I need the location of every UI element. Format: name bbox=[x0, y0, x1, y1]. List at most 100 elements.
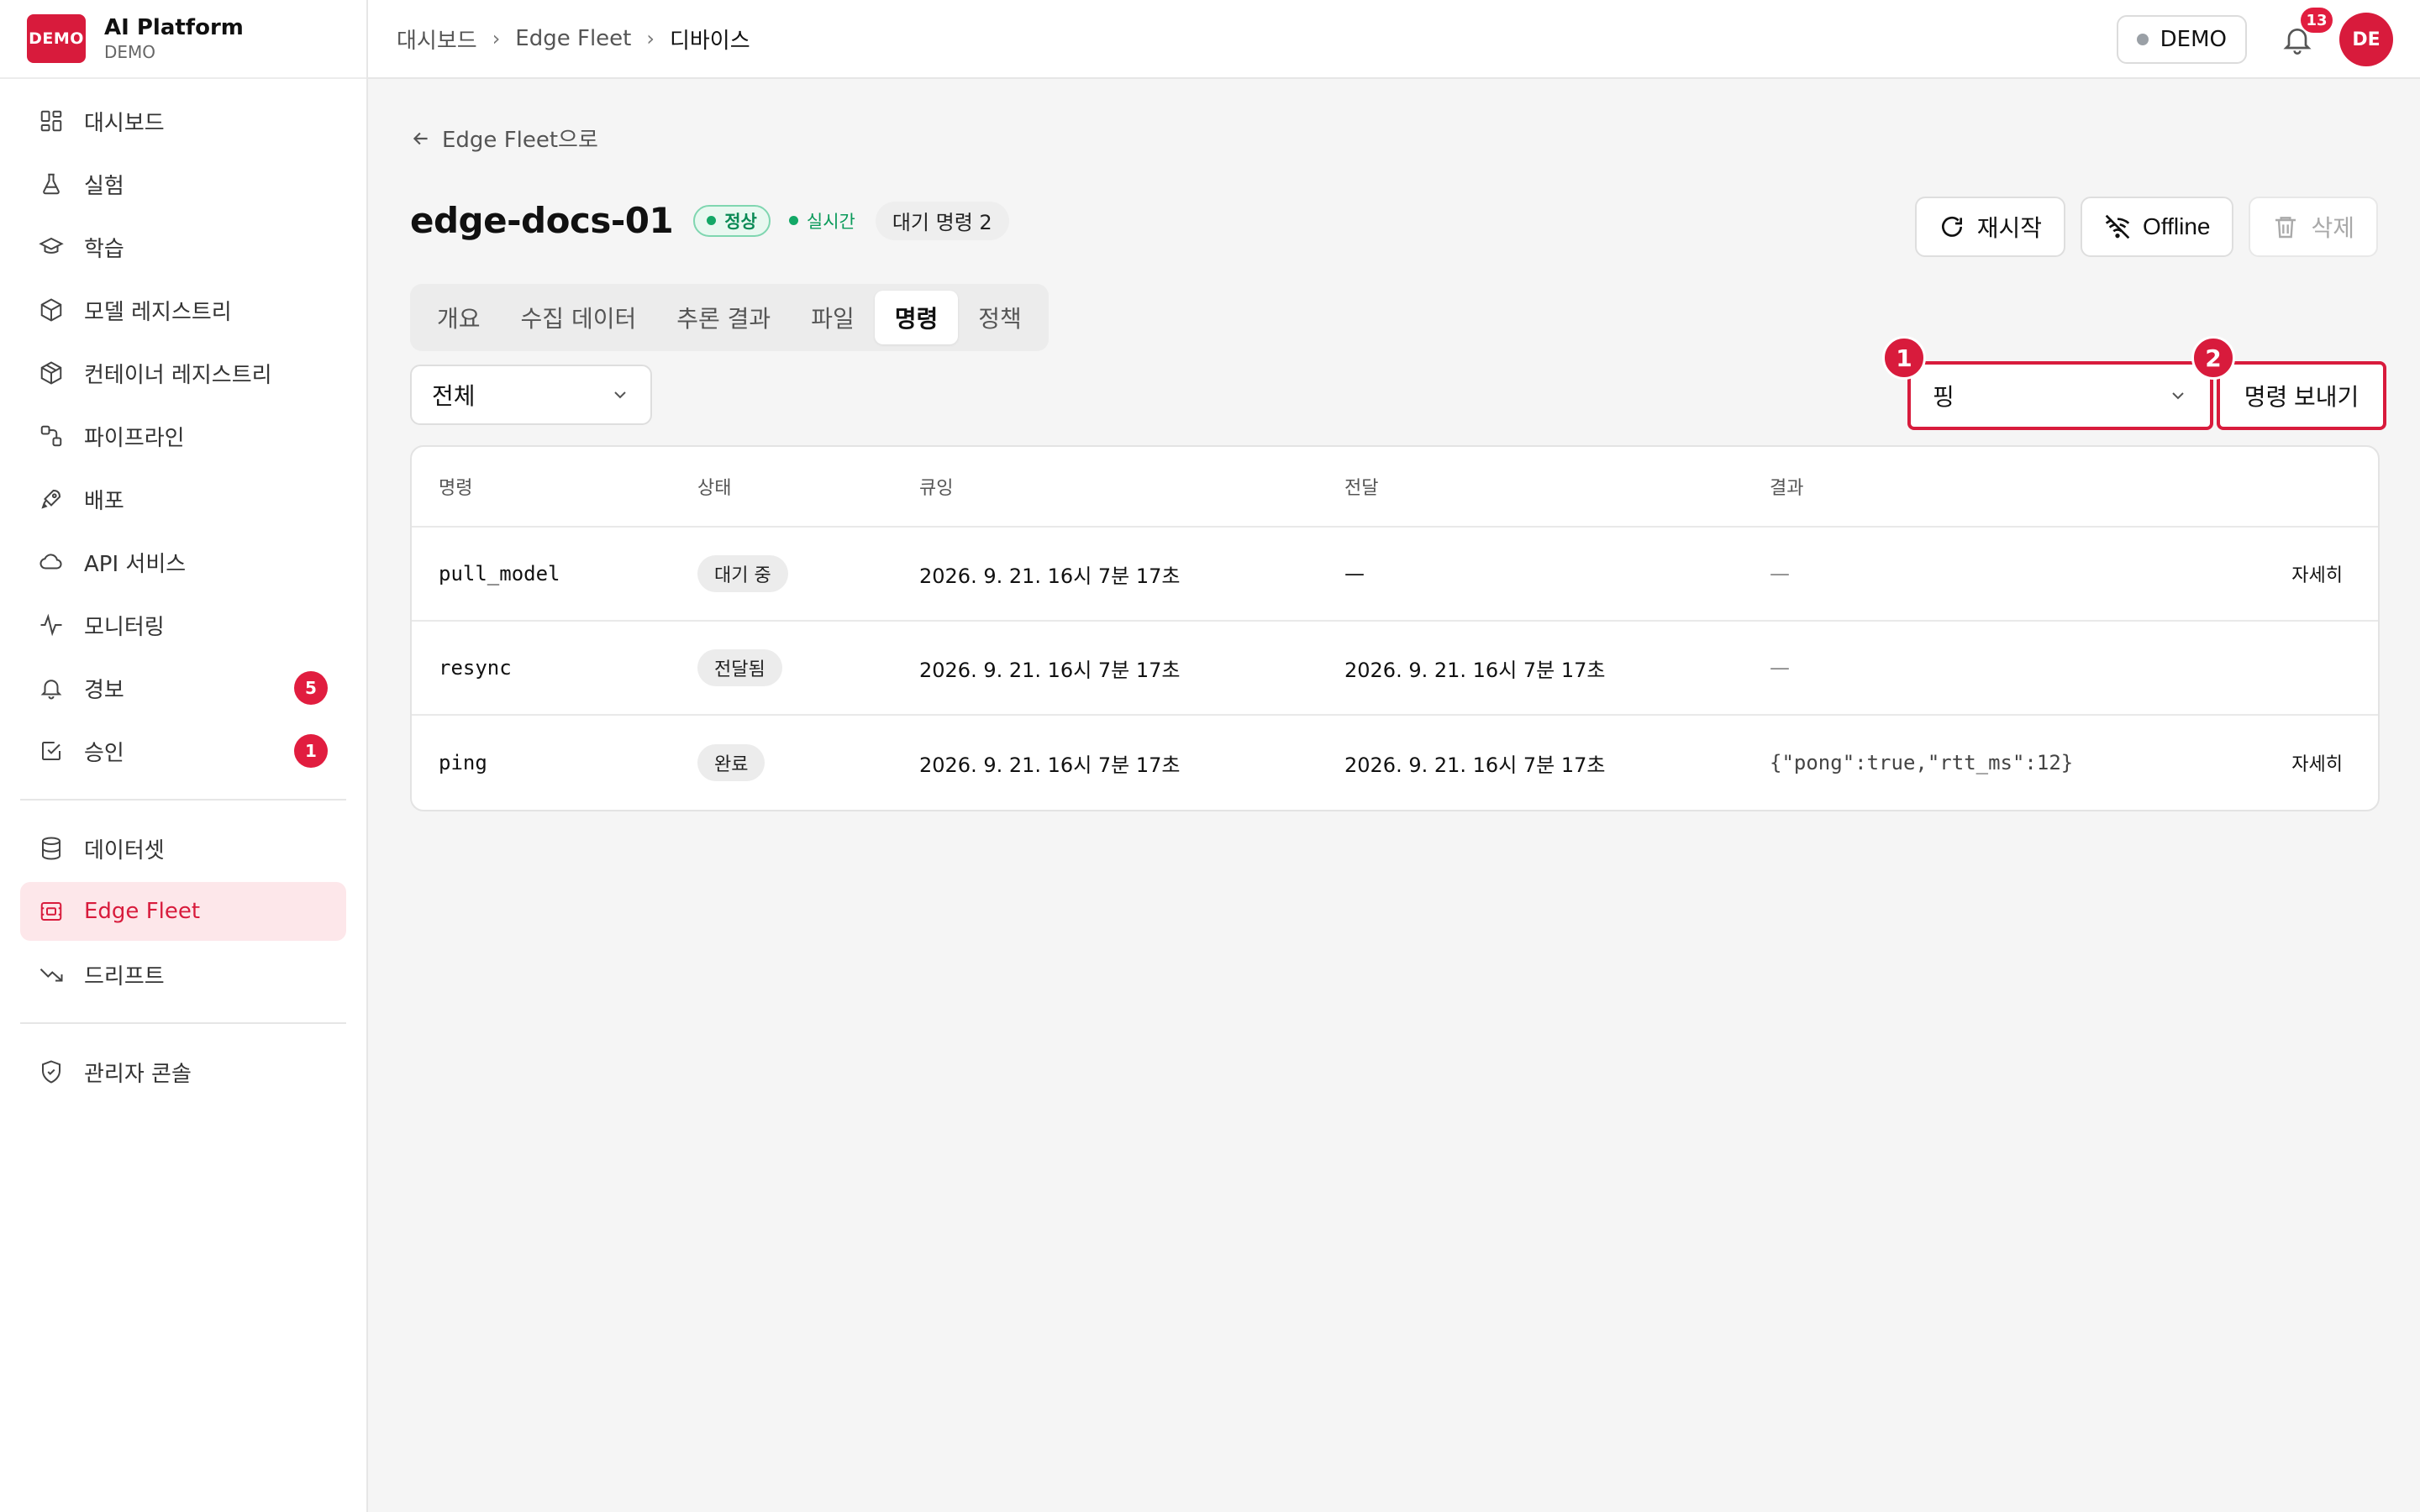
status-filter-select[interactable]: 전체 bbox=[410, 365, 652, 425]
column-header-result: 결과 bbox=[1770, 478, 1804, 499]
sidebar-item-datasets[interactable]: 데이터셋 bbox=[20, 819, 346, 878]
notification-count-badge: 13 bbox=[2301, 8, 2333, 33]
column-header-queued: 큐잉 bbox=[919, 478, 954, 499]
sidebar-item-label: 실험 bbox=[84, 173, 124, 199]
sidebar-item-label: 데이터셋 bbox=[84, 837, 165, 864]
result-value: — bbox=[1770, 562, 1790, 585]
wifi-off-icon bbox=[2105, 214, 2130, 239]
column-header-status: 상태 bbox=[697, 478, 732, 499]
delete-button-label: 삭제 bbox=[2311, 215, 2354, 241]
notifications-button[interactable]: 13 bbox=[2281, 8, 2333, 56]
step-marker-2: 2 bbox=[2191, 336, 2235, 380]
sidebar-item-container-registry[interactable]: 컨테이너 레지스트리 bbox=[20, 344, 346, 402]
trending-down-icon bbox=[39, 969, 63, 982]
status-badge: 대기 중 bbox=[697, 555, 788, 592]
details-link[interactable]: 자세히 bbox=[2291, 749, 2343, 776]
breadcrumb-dashboard[interactable]: 대시보드 bbox=[397, 24, 477, 55]
sidebar-item-label: 승인 bbox=[84, 740, 124, 766]
back-link[interactable]: Edge Fleet으로 bbox=[410, 123, 598, 154]
column-header-delivered: 전달 bbox=[1344, 478, 1379, 499]
sidebar-item-deploy[interactable]: 배포 bbox=[20, 470, 346, 528]
brand-subtitle: DEMO bbox=[104, 42, 156, 62]
tab-inference-results[interactable]: 추론 결과 bbox=[656, 291, 791, 344]
queued-time: 2026. 9. 21. 16시 7분 17초 bbox=[919, 658, 1181, 682]
activity-icon bbox=[40, 613, 62, 637]
sidebar-item-label: 대시보드 bbox=[84, 110, 165, 136]
sidebar-item-alerts[interactable]: 경보 5 bbox=[20, 659, 346, 717]
sidebar-item-experiments[interactable]: 실험 bbox=[20, 155, 346, 213]
sidebar-item-pipelines[interactable]: 파이프라인 bbox=[20, 407, 346, 465]
tab-policies[interactable]: 정책 bbox=[958, 291, 1042, 344]
command-name: ping bbox=[439, 751, 487, 774]
sidebar-item-label: 배포 bbox=[84, 488, 124, 514]
alerts-count-badge: 5 bbox=[294, 671, 328, 705]
sidebar-item-training[interactable]: 학습 bbox=[20, 218, 346, 276]
sidebar-item-drift[interactable]: 드리프트 bbox=[20, 945, 346, 1004]
tab-overview[interactable]: 개요 bbox=[417, 291, 501, 344]
details-link[interactable]: 자세히 bbox=[2291, 560, 2343, 587]
delete-button[interactable]: 삭제 bbox=[2249, 197, 2378, 257]
brand[interactable]: DEMO AI Platform DEMO bbox=[0, 0, 366, 79]
status-dot bbox=[707, 216, 717, 225]
sidebar-item-admin-console[interactable]: 관리자 콘솔 bbox=[20, 1042, 346, 1101]
step-marker-1: 1 bbox=[1882, 336, 1926, 380]
back-link-label: Edge Fleet으로 bbox=[442, 128, 598, 153]
column-header-command: 명령 bbox=[439, 478, 473, 499]
pending-commands-badge: 대기 명령 2 bbox=[875, 201, 1009, 240]
status-badge: 전달됨 bbox=[697, 649, 782, 686]
device-actions: 재시작 Offline 삭제 bbox=[1900, 197, 2378, 257]
breadcrumb-edge-fleet[interactable]: Edge Fleet bbox=[515, 26, 631, 51]
sidebar-item-label: 컨테이너 레지스트리 bbox=[84, 362, 272, 388]
bell-icon bbox=[40, 680, 62, 700]
commands-table: 명령 상태 큐잉 전달 결과 pull_model 대기 중 2026. 9. … bbox=[410, 445, 2380, 811]
trash-icon bbox=[2275, 217, 2296, 239]
queued-time: 2026. 9. 21. 16시 7분 17초 bbox=[919, 564, 1181, 588]
result-value: {"pong":true,"rtt_ms":12} bbox=[1770, 751, 2074, 774]
sidebar-item-label: 경보 bbox=[84, 677, 124, 703]
tab-files[interactable]: 파일 bbox=[791, 291, 875, 344]
cloud-icon bbox=[39, 554, 62, 570]
sidebar-nav: 대시보드 실험 학습 모델 레지스트리 컨테이너 레지스트리 파이프라인 배포 bbox=[0, 79, 366, 1101]
delivered-time: — bbox=[1344, 562, 1365, 585]
sidebar-divider bbox=[20, 1022, 346, 1024]
table-row: resync 전달됨 2026. 9. 21. 16시 7분 17초 2026.… bbox=[412, 622, 2378, 716]
tab-commands[interactable]: 명령 bbox=[874, 291, 959, 344]
environment-label: DEMO bbox=[2160, 27, 2227, 52]
table-row: ping 완료 2026. 9. 21. 16시 7분 17초 2026. 9.… bbox=[412, 716, 2378, 810]
command-name: pull_model bbox=[439, 562, 560, 585]
chevron-right-icon: › bbox=[492, 27, 501, 50]
command-type-select[interactable]: 핑 bbox=[1907, 361, 2213, 430]
chevron-right-icon: › bbox=[646, 27, 655, 50]
delivered-time: 2026. 9. 21. 16시 7분 17초 bbox=[1344, 753, 1606, 777]
restart-button[interactable]: 재시작 bbox=[1914, 197, 2066, 257]
page-title: edge-docs-01 bbox=[410, 200, 674, 241]
live-dot bbox=[788, 216, 798, 225]
sidebar-item-api-services[interactable]: API 서비스 bbox=[20, 533, 346, 591]
sidebar-item-approvals[interactable]: 승인 1 bbox=[20, 722, 346, 780]
arrow-left-icon bbox=[413, 132, 428, 144]
sidebar-item-dashboard[interactable]: 대시보드 bbox=[20, 92, 346, 150]
command-type-value: 핑 bbox=[1933, 383, 1954, 411]
result-value: — bbox=[1770, 656, 1790, 680]
command-name: resync bbox=[439, 656, 512, 680]
avatar[interactable]: DE bbox=[2339, 13, 2393, 66]
sidebar-item-edge-fleet[interactable]: Edge Fleet bbox=[20, 882, 346, 941]
offline-button[interactable]: Offline bbox=[2081, 197, 2234, 257]
offline-button-label: Offline bbox=[2143, 213, 2211, 239]
tab-collected-data[interactable]: 수집 데이터 bbox=[501, 291, 657, 344]
sidebar-item-monitoring[interactable]: 모니터링 bbox=[20, 596, 346, 654]
status-badge: 완료 bbox=[697, 744, 765, 781]
environment-selector[interactable]: DEMO bbox=[2116, 15, 2247, 64]
database-icon bbox=[42, 837, 60, 860]
chevron-down-icon bbox=[2172, 392, 2184, 400]
flask-icon bbox=[43, 173, 60, 195]
table-header: 명령 상태 큐잉 전달 결과 bbox=[412, 447, 2378, 528]
send-command-button[interactable]: 명령 보내기 bbox=[2217, 361, 2386, 430]
sidebar-item-label: Edge Fleet bbox=[84, 899, 201, 924]
sidebar-item-model-registry[interactable]: 모델 레지스트리 bbox=[20, 281, 346, 339]
top-bar: 대시보드 › Edge Fleet › 디바이스 DEMO 13 DE bbox=[368, 0, 2420, 79]
shield-icon bbox=[42, 1060, 60, 1084]
status-badge-label: 정상 bbox=[724, 211, 757, 232]
sidebar: DEMO AI Platform DEMO 대시보드 실험 학습 모델 레지스트… bbox=[0, 0, 368, 1512]
sidebar-item-label: 학습 bbox=[84, 236, 124, 262]
